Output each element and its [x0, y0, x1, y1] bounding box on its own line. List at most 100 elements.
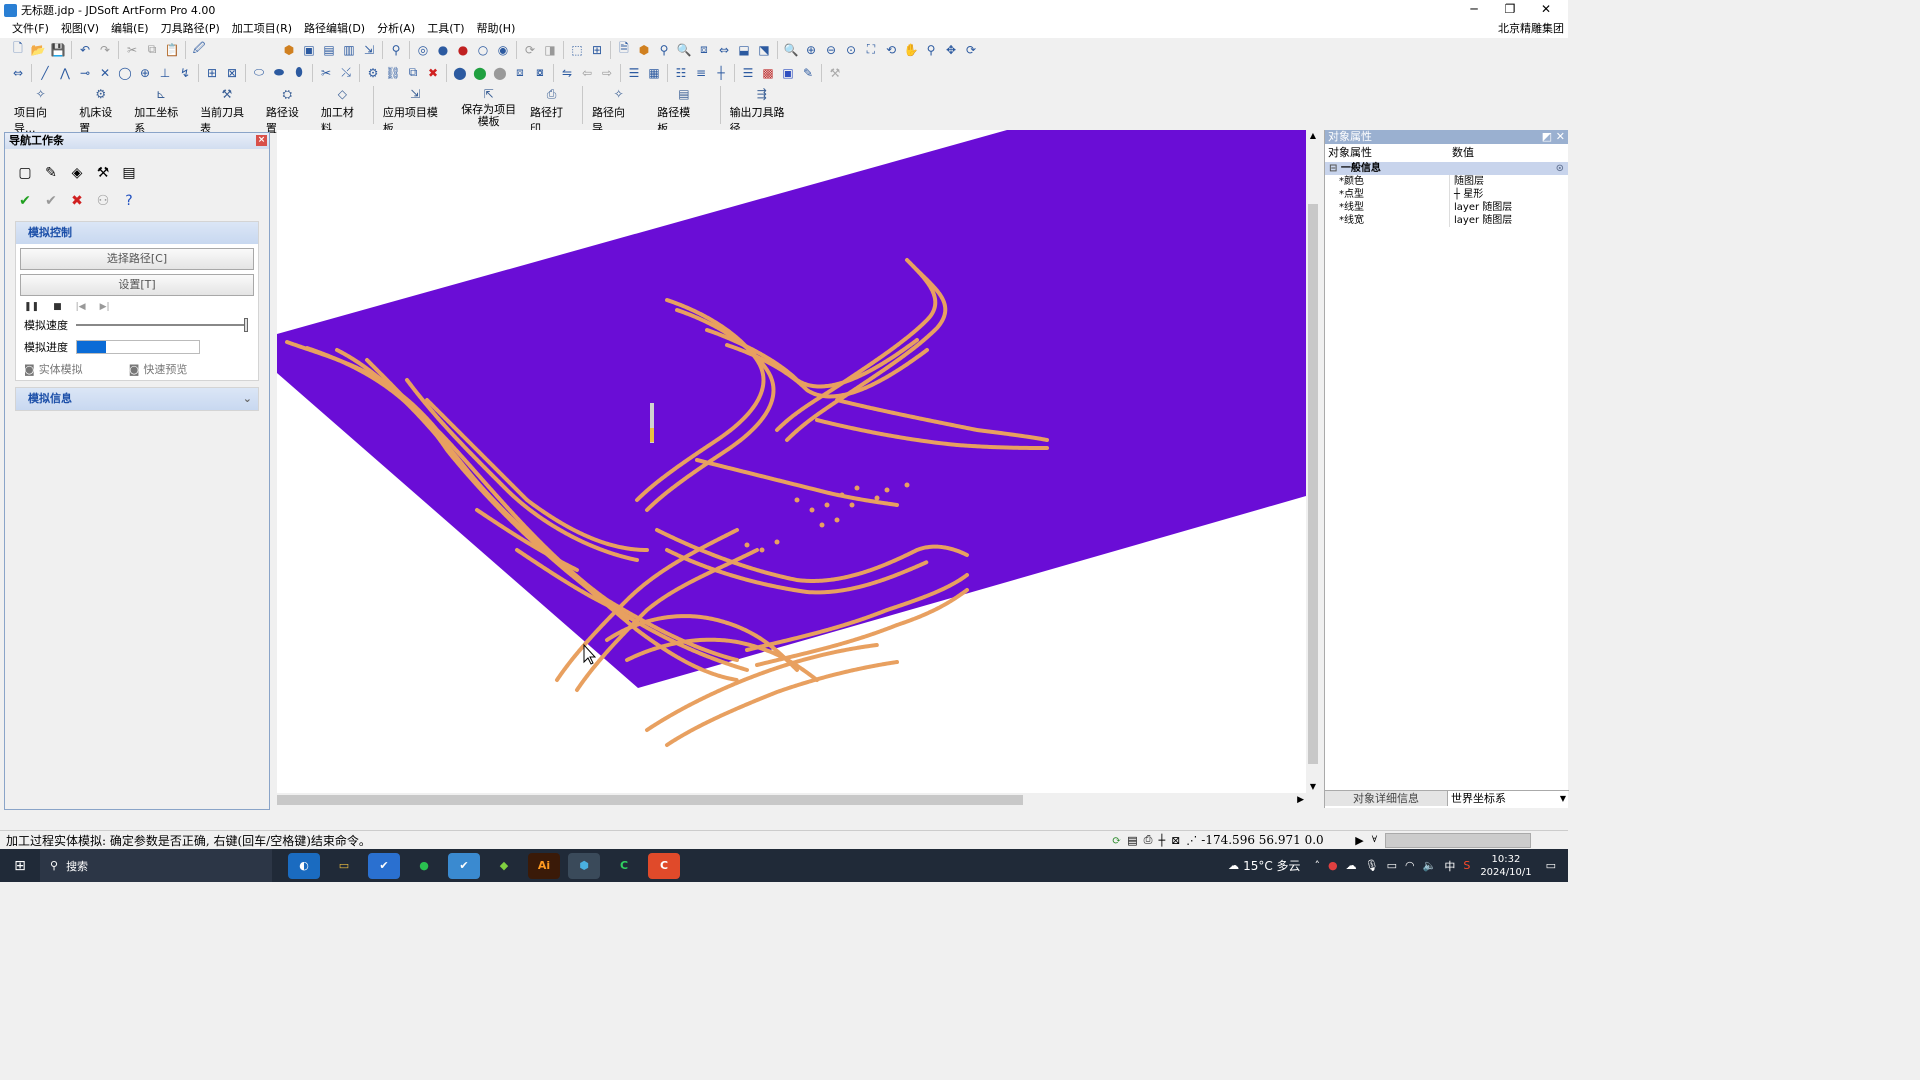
- machining-material-button[interactable]: ◇ 加工材料: [315, 84, 370, 135]
- play-icon[interactable]: ▶: [1355, 834, 1363, 847]
- horizontal-scrollbar[interactable]: ▶: [277, 793, 1306, 807]
- point-frame-icon[interactable]: ⧇: [531, 64, 549, 82]
- select-icon[interactable]: ⬚: [568, 41, 586, 59]
- eyedropper-icon[interactable]: ✎: [799, 64, 817, 82]
- work-coordinate-button[interactable]: ⊾ 加工坐标系: [128, 84, 194, 135]
- zoom-in-icon[interactable]: ⊕: [802, 41, 820, 59]
- menu-tools[interactable]: 工具(T): [421, 20, 470, 38]
- object-detail-button[interactable]: 对象详细信息: [1325, 791, 1447, 806]
- apply-template-button[interactable]: ⇲ 应用项目模板: [377, 84, 454, 135]
- chevron-down-icon[interactable]: ▼: [1560, 791, 1566, 807]
- grid-status-icon[interactable]: ⊠: [1171, 834, 1180, 847]
- menu-path-edit[interactable]: 路径编辑(D): [298, 20, 371, 38]
- point-green-icon[interactable]: ⬤: [471, 64, 489, 82]
- settings-button[interactable]: 设置[T]: [20, 274, 254, 296]
- mail-app-icon[interactable]: ✔: [368, 852, 400, 879]
- v-app-icon[interactable]: ✔: [448, 852, 480, 879]
- boolean-union-icon[interactable]: ⬭: [250, 64, 268, 82]
- horizontal-scroll-thumb[interactable]: [277, 795, 1023, 805]
- path-copy-icon[interactable]: ⧉: [404, 64, 422, 82]
- hierarchy-icon[interactable]: ⚇: [93, 191, 113, 211]
- mirror-icon[interactable]: ⇋: [558, 64, 576, 82]
- pan-icon[interactable]: ✋: [902, 41, 920, 59]
- restore-button[interactable]: ❐: [1492, 0, 1528, 20]
- path-template-button[interactable]: ▤ 路径模板...: [651, 84, 716, 135]
- polyline-icon[interactable]: ⋀: [56, 64, 74, 82]
- view-top-icon[interactable]: ▤: [320, 41, 338, 59]
- cross-icon[interactable]: ✕: [96, 64, 114, 82]
- property-row[interactable]: *点型 ┼ 星形: [1325, 188, 1568, 201]
- clock[interactable]: 10:32 2024/10/1: [1480, 853, 1531, 879]
- output-toolpath-button[interactable]: ⇶ 输出刀具路径: [724, 84, 801, 135]
- path-print-button[interactable]: ⎙ 路径打印: [524, 84, 579, 135]
- path-link-icon[interactable]: ⛓: [384, 64, 402, 82]
- layer-stack-icon[interactable]: ☰: [739, 64, 757, 82]
- layer-icon[interactable]: ◨: [541, 41, 559, 59]
- zoom-prev-icon[interactable]: ⟲: [882, 41, 900, 59]
- pause-icon[interactable]: ❚❚: [24, 302, 39, 312]
- circle-icon[interactable]: ◯: [116, 64, 134, 82]
- trim-icon[interactable]: ✂: [317, 64, 335, 82]
- properties-icon[interactable]: 🖉: [190, 41, 208, 59]
- red-c-app-icon[interactable]: C: [648, 852, 680, 879]
- property-row[interactable]: *颜色 随图层: [1325, 175, 1568, 188]
- snap-icon[interactable]: ⚲: [387, 41, 405, 59]
- property-row[interactable]: *线宽 layer 随图层: [1325, 214, 1568, 227]
- wechat-icon[interactable]: ●: [408, 853, 440, 879]
- arrows-icon[interactable]: ⇔: [715, 41, 733, 59]
- windows-start-icon[interactable]: ⊞: [0, 858, 40, 874]
- save-template-button[interactable]: ⇱ 保存为项目模板: [453, 84, 524, 128]
- refresh-icon[interactable]: ⟳: [1112, 834, 1121, 847]
- zoom-extents-icon[interactable]: ⛶: [862, 41, 880, 59]
- box-icon[interactable]: ⬢: [635, 41, 653, 59]
- zoom-tool-icon[interactable]: 🔍: [675, 41, 693, 59]
- tangent-icon[interactable]: ↯: [176, 64, 194, 82]
- forward-icon[interactable]: ⇨: [598, 64, 616, 82]
- property-row[interactable]: *线型 layer 随图层: [1325, 201, 1568, 214]
- point-box-icon[interactable]: ⧈: [511, 64, 529, 82]
- speed-slider-thumb[interactable]: [244, 318, 248, 332]
- menu-analysis[interactable]: 分析(A): [371, 20, 421, 38]
- onedrive-icon[interactable]: ☁: [1346, 859, 1357, 872]
- 3d-viewport[interactable]: [277, 130, 1306, 793]
- path-settings-button[interactable]: ⛭ 路径设置: [260, 84, 315, 135]
- group-expand-icon[interactable]: ⊙: [1556, 162, 1564, 175]
- weather-icon[interactable]: ☁: [1228, 859, 1239, 872]
- boolean-intersect-icon[interactable]: ⬮: [290, 64, 308, 82]
- display-mode-icon[interactable]: ◉: [494, 41, 512, 59]
- mic-icon[interactable]: 🎙: [1365, 859, 1379, 872]
- volume-icon[interactable]: 🔈: [1423, 859, 1437, 872]
- zoom-out-icon[interactable]: ⊖: [822, 41, 840, 59]
- solid-sim-checkbox[interactable]: ◙: [24, 363, 35, 376]
- scroll-up-icon[interactable]: ▲: [1306, 130, 1320, 142]
- menu-help[interactable]: 帮助(H): [471, 20, 522, 38]
- ortho-icon[interactable]: ⊠: [223, 64, 241, 82]
- delete-icon[interactable]: ✖: [424, 64, 442, 82]
- vertical-scrollbar[interactable]: ▲ ▼: [1306, 130, 1320, 793]
- select-path-button[interactable]: 选择路径[C]: [20, 248, 254, 270]
- zoom-dynamic-icon[interactable]: ⚲: [922, 41, 940, 59]
- project-wizard-button[interactable]: ✧ 项目向导...: [0, 84, 73, 135]
- sim-info-header[interactable]: 模拟信息 ⌄: [16, 388, 258, 410]
- scroll-right-icon[interactable]: ▶: [1297, 793, 1304, 807]
- extend-icon[interactable]: ⤯: [337, 64, 355, 82]
- pin-icon[interactable]: ◩: [1542, 130, 1552, 144]
- disabled-tool-icon[interactable]: ⚒: [826, 64, 844, 82]
- solid-view-icon[interactable]: ▢: [15, 163, 35, 183]
- hidden-line-icon[interactable]: ○: [474, 41, 492, 59]
- list-icon[interactable]: ☰: [625, 64, 643, 82]
- notification-icon[interactable]: ▭: [1546, 859, 1556, 872]
- color-fill-icon[interactable]: ▣: [779, 64, 797, 82]
- path-edit-icon[interactable]: ⚙: [364, 64, 382, 82]
- machine-settings-button[interactable]: ⚙ 机床设置: [73, 84, 128, 135]
- nav-arrows-icon[interactable]: ⇔: [9, 64, 27, 82]
- point-gray-icon[interactable]: ⬤: [491, 64, 509, 82]
- point-blue-icon[interactable]: ⬤: [451, 64, 469, 82]
- document-icon[interactable]: 🗎: [615, 41, 633, 59]
- layer-status-icon[interactable]: ▤: [1127, 834, 1137, 847]
- speed-slider[interactable]: [76, 318, 248, 332]
- report-icon[interactable]: ▤: [119, 163, 139, 183]
- illustrator-icon[interactable]: Ai: [528, 852, 560, 879]
- menu-file[interactable]: 文件(F): [0, 20, 55, 38]
- line-weight-icon[interactable]: ≡: [692, 64, 710, 82]
